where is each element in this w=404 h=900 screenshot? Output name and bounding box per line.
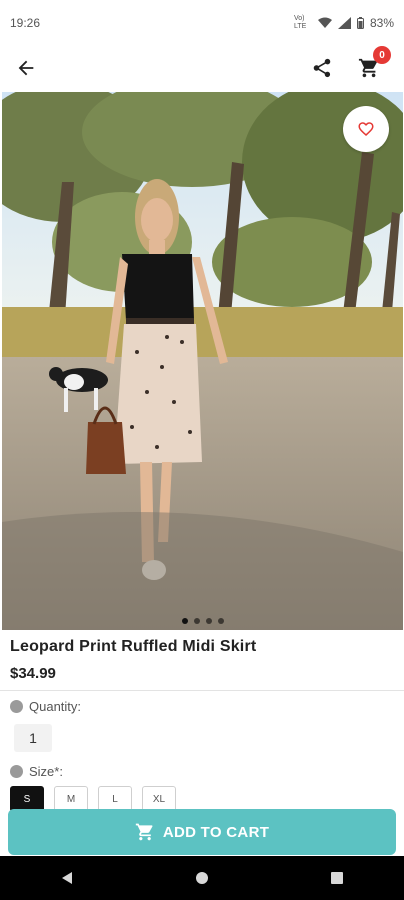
- pagination-dot[interactable]: [217, 618, 224, 624]
- signal-icon: [337, 17, 351, 29]
- cart-button[interactable]: 0: [353, 46, 391, 84]
- add-to-cart-label: ADD TO CART: [162, 823, 270, 841]
- pagination-dot[interactable]: [205, 618, 212, 624]
- quantity-label-row: Quantity:: [10, 699, 81, 714]
- network-label: Vo) LTE: [293, 15, 307, 30]
- arrow-back-icon: [18, 60, 34, 76]
- size-icon: [10, 765, 23, 778]
- divider: [0, 690, 404, 691]
- product-price: $34.99: [10, 665, 56, 682]
- battery-icon: [356, 17, 364, 29]
- product-image-carousel[interactable]: [2, 92, 403, 630]
- quantity-icon: [10, 700, 23, 713]
- cart-count-badge: 0: [373, 46, 391, 64]
- product-photo: [2, 92, 403, 630]
- add-to-cart-button[interactable]: ADD TO CART: [8, 809, 396, 855]
- quantity-label: Quantity:: [29, 699, 82, 714]
- status-icons: Vo) LTE 83%: [294, 15, 394, 31]
- image-pagination: [2, 618, 403, 624]
- system-nav-bar: [0, 856, 404, 900]
- nav-home-icon[interactable]: [194, 870, 210, 886]
- share-button[interactable]: [306, 52, 338, 84]
- battery-level: 83%: [369, 16, 394, 30]
- status-bar: 19:26 Vo) LTE 83%: [0, 0, 404, 46]
- pagination-dot[interactable]: [181, 618, 188, 624]
- favorite-button[interactable]: [343, 106, 389, 152]
- nav-back-icon[interactable]: [59, 870, 75, 886]
- top-toolbar: 0: [0, 46, 404, 92]
- pagination-dot[interactable]: [193, 618, 200, 624]
- wifi-icon: [317, 17, 332, 28]
- share-icon: [313, 58, 331, 78]
- product-title: Leopard Print Ruffled Midi Skirt: [10, 638, 257, 655]
- quantity-field[interactable]: 1: [14, 724, 52, 752]
- heart-outline-icon: [358, 122, 374, 137]
- cart-icon: [135, 823, 153, 841]
- size-label-row: Size*:: [10, 764, 63, 779]
- back-button[interactable]: [10, 52, 42, 84]
- nav-recents-icon[interactable]: [329, 870, 345, 886]
- size-label: Size*:: [29, 764, 63, 779]
- status-time: 19:26: [10, 16, 41, 30]
